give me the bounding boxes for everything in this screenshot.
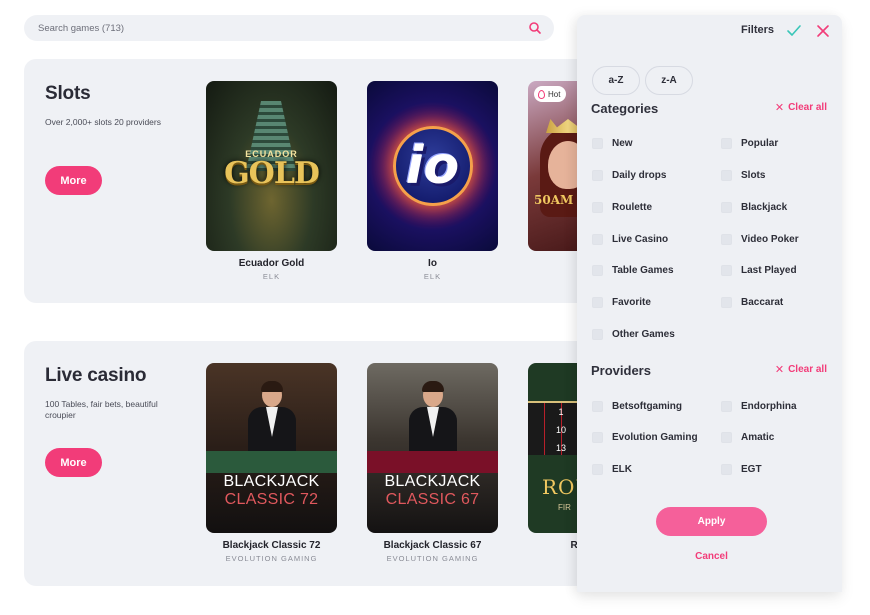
checkbox[interactable]	[592, 234, 603, 245]
hot-badge: Hot	[534, 86, 567, 102]
providers-heading: Providers	[591, 363, 651, 378]
checkbox[interactable]	[592, 464, 603, 475]
slots-section: Slots Over 2,000+ slots 20 providers Mor…	[24, 59, 604, 303]
thumbnail-art-subtext: FIR	[558, 503, 571, 512]
category-table-games[interactable]: Table Games	[592, 265, 674, 276]
provider-evolution-gaming[interactable]: Evolution Gaming	[592, 432, 698, 443]
provider-elk[interactable]: ELK	[592, 464, 632, 475]
live-casino-section: Live casino 100 Tables, fair bets, beaut…	[24, 341, 604, 586]
checkbox[interactable]	[592, 329, 603, 340]
close-icon: ✕	[774, 102, 785, 114]
slots-more-button[interactable]: More	[45, 166, 102, 195]
close-icon: ✕	[774, 364, 785, 376]
game-thumbnail[interactable]: BLACKJACK CLASSIC 72	[206, 363, 337, 533]
flame-icon	[538, 89, 545, 99]
provider-egt[interactable]: EGT	[721, 464, 762, 475]
category-baccarat[interactable]: Baccarat	[721, 297, 783, 308]
category-video-poker[interactable]: Video Poker	[721, 234, 799, 245]
category-live-casino[interactable]: Live Casino	[592, 234, 668, 245]
checkbox[interactable]	[721, 297, 732, 308]
checkbox[interactable]	[721, 265, 732, 276]
sort-a-z-button[interactable]: a-Z	[592, 66, 640, 95]
filters-panel: Filters a-Z z-A Categories ✕ Clear all N…	[577, 15, 842, 592]
live-casino-more-button[interactable]: More	[45, 448, 102, 477]
category-blackjack[interactable]: Blackjack	[721, 202, 787, 213]
section-description: Over 2,000+ slots 20 providers	[45, 117, 161, 127]
table-illustration	[206, 451, 337, 473]
checkbox[interactable]	[592, 170, 603, 181]
checkbox[interactable]	[592, 265, 603, 276]
checkbox[interactable]	[721, 170, 732, 181]
game-name: Blackjack Classic 67	[383, 540, 482, 551]
thumbnail-art-text: BLACKJACK CLASSIC 67	[384, 473, 481, 508]
thumbnail-art-text: io	[405, 136, 460, 196]
game-thumbnail[interactable]: BLACKJACK CLASSIC 67	[367, 363, 498, 533]
game-name: Ecuador Gold	[238, 258, 305, 269]
category-favorite[interactable]: Favorite	[592, 297, 651, 308]
search-bar[interactable]	[24, 15, 554, 41]
thumbnail-art-text: BLACKJACK CLASSIC 72	[223, 473, 320, 508]
section-info: Slots Over 2,000+ slots 20 providers	[45, 83, 185, 128]
checkbox[interactable]	[592, 401, 603, 412]
hot-badge-label: Hot	[548, 89, 561, 99]
category-roulette[interactable]: Roulette	[592, 202, 652, 213]
category-new[interactable]: New	[592, 138, 633, 149]
checkbox[interactable]	[721, 138, 732, 149]
category-popular[interactable]: Popular	[721, 138, 778, 149]
checkbox[interactable]	[721, 401, 732, 412]
game-provider: ELK	[423, 272, 442, 281]
categories-clear-all[interactable]: ✕ Clear all	[775, 101, 827, 114]
sort-z-a-button[interactable]: z-A	[645, 66, 693, 95]
game-tile-blackjack-classic-72[interactable]: BLACKJACK CLASSIC 72 Blackjack Classic 7…	[206, 363, 337, 563]
section-description: 100 Tables, fair bets, beautiful croupie…	[45, 399, 158, 420]
checkbox[interactable]	[721, 432, 732, 443]
checkmark-icon[interactable]	[786, 23, 802, 39]
section-title: Slots	[45, 83, 91, 104]
provider-betsoftgaming[interactable]: Betsoftgaming	[592, 401, 682, 412]
checkbox[interactable]	[721, 464, 732, 475]
checkbox[interactable]	[721, 234, 732, 245]
game-thumbnail[interactable]: ECUADOR GOLD	[206, 81, 337, 251]
checkbox[interactable]	[592, 202, 603, 213]
section-title: Live casino	[45, 365, 147, 386]
game-provider: ELK	[262, 272, 281, 281]
table-illustration	[367, 451, 498, 473]
game-name: Io	[428, 258, 437, 269]
categories-heading: Categories	[591, 101, 659, 116]
checkbox[interactable]	[592, 138, 603, 149]
game-thumbnail[interactable]: io	[367, 81, 498, 251]
provider-amatic[interactable]: Amatic	[721, 432, 774, 443]
section-info: Live casino 100 Tables, fair bets, beaut…	[45, 365, 185, 421]
checkbox[interactable]	[592, 432, 603, 443]
category-slots[interactable]: Slots	[721, 170, 765, 181]
game-tile-io[interactable]: io Io ELK	[367, 81, 498, 281]
cancel-button[interactable]: Cancel	[656, 551, 767, 562]
providers-clear-all[interactable]: ✕ Clear all	[775, 363, 827, 376]
category-last-played[interactable]: Last Played	[721, 265, 797, 276]
game-tile-blackjack-classic-67[interactable]: BLACKJACK CLASSIC 67 Blackjack Classic 6…	[367, 363, 498, 563]
search-icon[interactable]	[528, 21, 542, 35]
apply-button[interactable]: Apply	[656, 507, 767, 536]
game-provider: EVOLUTION GAMING	[386, 554, 479, 563]
thumbnail-art-text: 50AM	[534, 193, 574, 207]
filters-title: Filters	[741, 24, 775, 36]
category-other-games[interactable]: Other Games	[592, 329, 675, 340]
provider-endorphina[interactable]: Endorphina	[721, 401, 797, 412]
checkbox[interactable]	[592, 297, 603, 308]
close-icon[interactable]	[816, 24, 830, 38]
game-tile-ecuador-gold[interactable]: ECUADOR GOLD Ecuador Gold ELK	[206, 81, 337, 281]
search-input[interactable]	[38, 22, 528, 34]
checkbox[interactable]	[721, 202, 732, 213]
game-provider: EVOLUTION GAMING	[225, 554, 318, 563]
game-name: Blackjack Classic 72	[222, 540, 321, 551]
thumbnail-art-text: GOLD	[224, 156, 320, 191]
category-daily-drops[interactable]: Daily drops	[592, 170, 666, 181]
